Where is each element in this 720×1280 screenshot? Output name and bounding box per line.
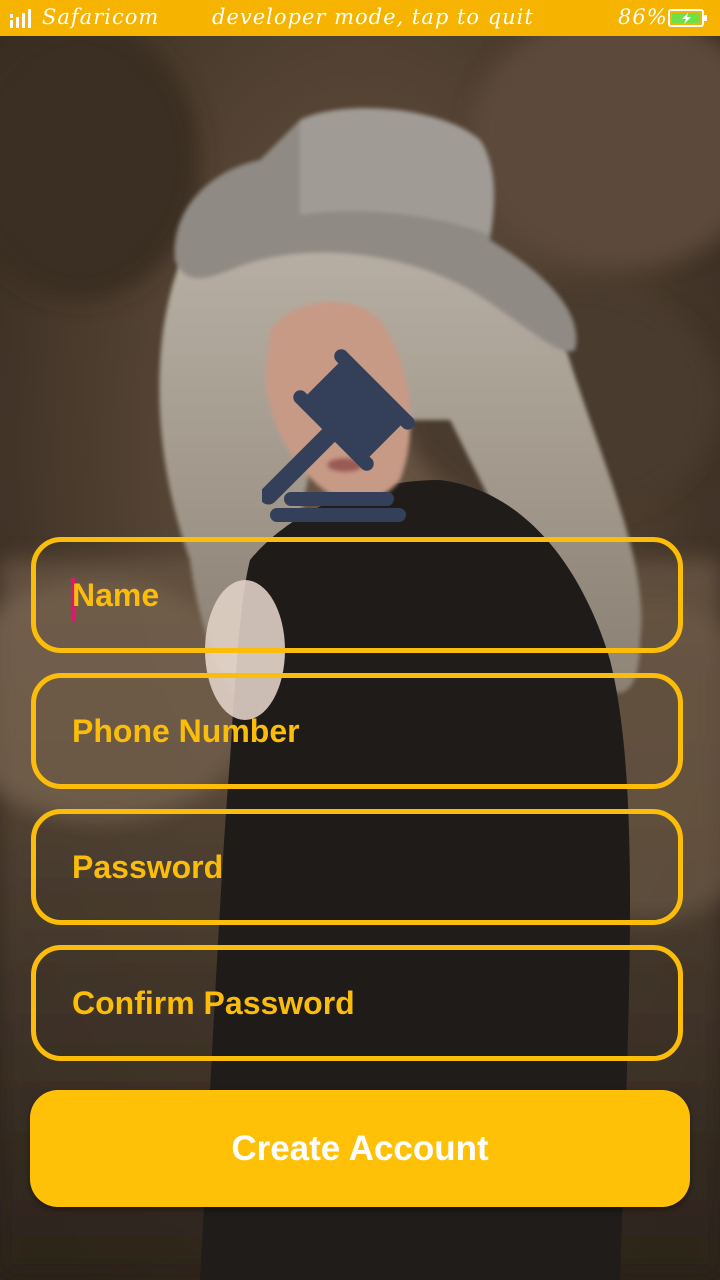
battery-percentage: 86% — [618, 5, 668, 29]
name-placeholder: Name — [72, 577, 160, 613]
name-field[interactable]: Name — [31, 537, 683, 653]
signal-bars-icon — [10, 9, 31, 28]
gavel-icon — [262, 349, 415, 522]
battery-charging-icon — [668, 9, 707, 27]
confirm-password-field[interactable]: Confirm Password — [31, 945, 683, 1061]
confirm-password-placeholder: Confirm Password — [72, 985, 355, 1021]
create-account-button[interactable]: Create Account — [30, 1090, 690, 1207]
signup-screen: Safaricom developer mode, tap to quit 86… — [0, 0, 720, 1280]
phone-number-field[interactable]: Phone Number — [31, 673, 683, 789]
password-placeholder: Password — [72, 849, 224, 885]
status-bar: Safaricom developer mode, tap to quit 86… — [0, 0, 720, 36]
developer-mode-notice[interactable]: developer mode, tap to quit — [212, 5, 534, 29]
password-field[interactable]: Password — [31, 809, 683, 925]
carrier-name: Safaricom — [42, 5, 160, 29]
phone-number-placeholder: Phone Number — [72, 713, 300, 749]
